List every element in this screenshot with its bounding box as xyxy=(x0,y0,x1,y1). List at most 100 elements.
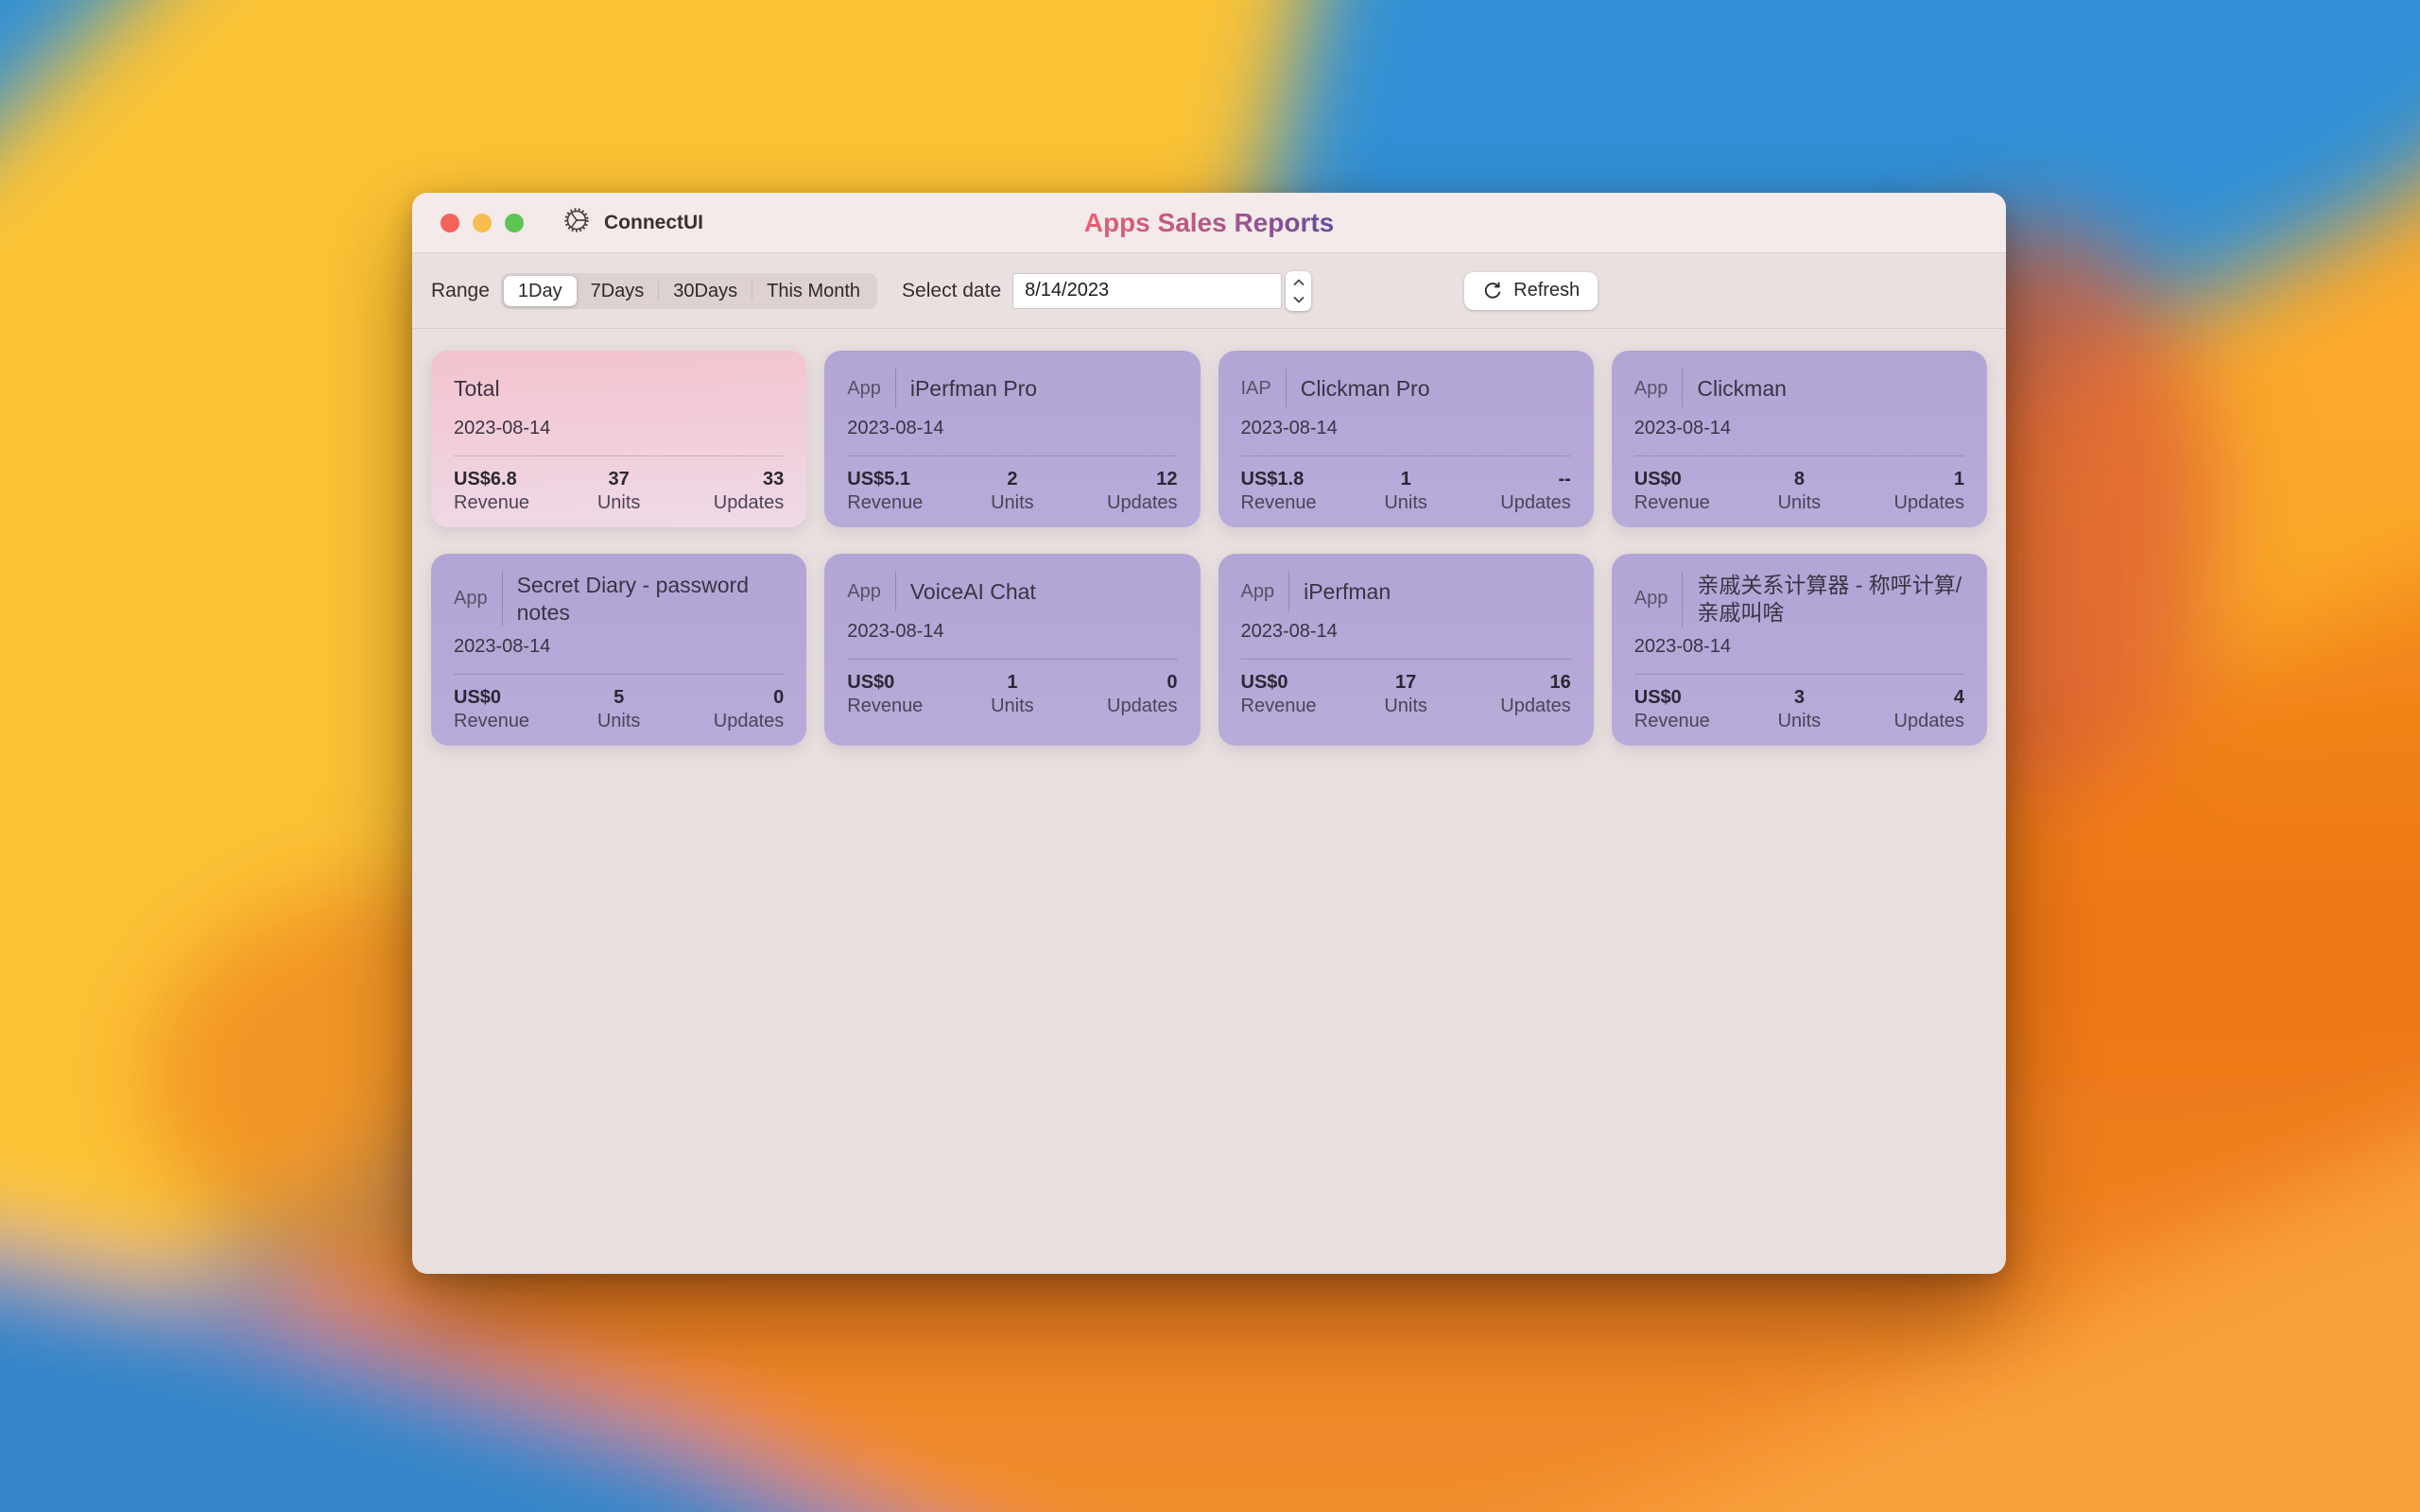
refresh-icon xyxy=(1482,281,1503,301)
units-label: Units xyxy=(563,492,673,514)
stat-revenue: US$1.8 Revenue xyxy=(1241,469,1351,514)
units-value: 1 xyxy=(1351,469,1461,490)
card-divider xyxy=(847,659,1177,660)
page-title: Apps Sales Reports xyxy=(1084,208,1335,238)
card-type-badge: App xyxy=(847,377,881,401)
stepper-down-button[interactable] xyxy=(1286,291,1311,308)
updates-value: 4 xyxy=(1855,687,1964,709)
card-title: VoiceAI Chat xyxy=(910,578,1036,606)
revenue-label: Revenue xyxy=(1634,492,1744,514)
card-type-badge: App xyxy=(847,580,881,604)
updates-value: 33 xyxy=(674,469,784,490)
card-title: iPerfman Pro xyxy=(910,375,1037,403)
revenue-value: US$1.8 xyxy=(1241,469,1351,490)
stat-updates: 1 Updates xyxy=(1855,469,1964,514)
card-type-badge: App xyxy=(1634,587,1668,610)
card-stats: US$5.1 Revenue 2 Units 12 Updates xyxy=(847,469,1177,514)
updates-label: Updates xyxy=(1855,711,1964,732)
stat-revenue: US$0 Revenue xyxy=(847,672,957,717)
stat-updates: 12 Updates xyxy=(1067,469,1177,514)
close-button[interactable] xyxy=(441,214,459,232)
updates-value: 1 xyxy=(1855,469,1964,490)
stat-units: 1 Units xyxy=(958,672,1067,717)
updates-label: Updates xyxy=(1067,492,1177,514)
range-option-30days[interactable]: 30Days xyxy=(659,276,752,306)
units-label: Units xyxy=(958,696,1067,717)
revenue-value: US$0 xyxy=(1241,672,1351,694)
card-header: App VoiceAI Chat xyxy=(847,572,1177,611)
units-value: 5 xyxy=(563,687,673,709)
vertical-divider xyxy=(895,369,896,408)
stat-units: 5 Units xyxy=(563,687,673,732)
range-label: Range xyxy=(431,280,490,302)
card-stats: US$6.8 Revenue 37 Units 33 Updates xyxy=(454,469,784,514)
toolbar: Range 1Day 7Days 30Days This Month Selec… xyxy=(412,253,2006,329)
units-label: Units xyxy=(1351,696,1461,717)
revenue-label: Revenue xyxy=(1241,696,1351,717)
stat-revenue: US$6.8 Revenue xyxy=(454,469,563,514)
updates-value: 0 xyxy=(674,687,784,709)
updates-value: 0 xyxy=(1067,672,1177,694)
revenue-label: Revenue xyxy=(1241,492,1351,514)
sales-card: App iPerfman 2023-08-14 US$0 Revenue 17 … xyxy=(1219,554,1594,746)
card-type-badge: App xyxy=(1634,377,1668,401)
card-stats: US$0 Revenue 8 Units 1 Updates xyxy=(1634,469,1964,514)
date-stepper xyxy=(1286,271,1311,311)
revenue-label: Revenue xyxy=(454,492,563,514)
stepper-up-button[interactable] xyxy=(1286,274,1311,291)
stat-revenue: US$5.1 Revenue xyxy=(847,469,957,514)
stat-units: 1 Units xyxy=(1351,469,1461,514)
updates-label: Updates xyxy=(1855,492,1964,514)
revenue-label: Revenue xyxy=(847,696,957,717)
sales-card: App Clickman 2023-08-14 US$0 Revenue 8 U… xyxy=(1612,351,1987,527)
card-title: 亲戚关系计算器 - 称呼计算/亲戚叫啥 xyxy=(1697,572,1964,627)
units-label: Units xyxy=(1744,492,1854,514)
updates-label: Updates xyxy=(674,711,784,732)
card-divider xyxy=(454,455,784,456)
range-option-1day[interactable]: 1Day xyxy=(504,276,577,306)
zoom-button[interactable] xyxy=(505,214,524,232)
card-header: IAP Clickman Pro xyxy=(1241,369,1571,408)
card-divider xyxy=(1634,455,1964,456)
titlebar: ConnectUI Apps Sales Reports xyxy=(412,193,2006,253)
minimize-button[interactable] xyxy=(473,214,492,232)
range-option-this-month[interactable]: This Month xyxy=(752,276,874,306)
chevron-down-icon xyxy=(1293,296,1305,303)
units-label: Units xyxy=(1744,711,1854,732)
card-divider xyxy=(847,455,1177,456)
units-value: 17 xyxy=(1351,672,1461,694)
updates-value: -- xyxy=(1461,469,1570,490)
units-value: 1 xyxy=(958,672,1067,694)
stat-updates: 4 Updates xyxy=(1855,687,1964,732)
range-option-7days[interactable]: 7Days xyxy=(577,276,659,306)
card-header: App Secret Diary - password notes xyxy=(454,572,784,627)
units-label: Units xyxy=(563,711,673,732)
vertical-divider xyxy=(1288,572,1289,611)
stat-revenue: US$0 Revenue xyxy=(454,687,563,732)
card-title: Clickman xyxy=(1697,375,1787,403)
card-header: App iPerfman xyxy=(1241,572,1571,611)
app-identity: ConnectUI xyxy=(563,207,703,238)
stat-updates: 0 Updates xyxy=(674,687,784,732)
card-header: App Clickman xyxy=(1634,369,1964,408)
units-value: 2 xyxy=(958,469,1067,490)
card-date: 2023-08-14 xyxy=(454,418,784,439)
vertical-divider xyxy=(1286,369,1287,408)
sales-card: IAP Clickman Pro 2023-08-14 US$1.8 Reven… xyxy=(1219,351,1594,527)
sales-card-total: Total 2023-08-14 US$6.8 Revenue 37 Units… xyxy=(431,351,806,527)
select-date-label: Select date xyxy=(902,280,1001,302)
date-input[interactable] xyxy=(1012,273,1282,309)
card-header: Total xyxy=(454,369,784,408)
stat-units: 17 Units xyxy=(1351,672,1461,717)
card-date: 2023-08-14 xyxy=(1634,418,1964,439)
vertical-divider xyxy=(1682,369,1683,408)
vertical-divider xyxy=(895,572,896,611)
card-title: Clickman Pro xyxy=(1301,375,1430,403)
sales-card: App iPerfman Pro 2023-08-14 US$5.1 Reven… xyxy=(824,351,1200,527)
revenue-value: US$0 xyxy=(1634,687,1744,709)
refresh-button[interactable]: Refresh xyxy=(1464,272,1598,310)
updates-label: Updates xyxy=(1461,492,1570,514)
revenue-value: US$0 xyxy=(847,672,957,694)
app-window: ConnectUI Apps Sales Reports Range 1Day … xyxy=(412,193,2006,1274)
units-value: 8 xyxy=(1744,469,1854,490)
